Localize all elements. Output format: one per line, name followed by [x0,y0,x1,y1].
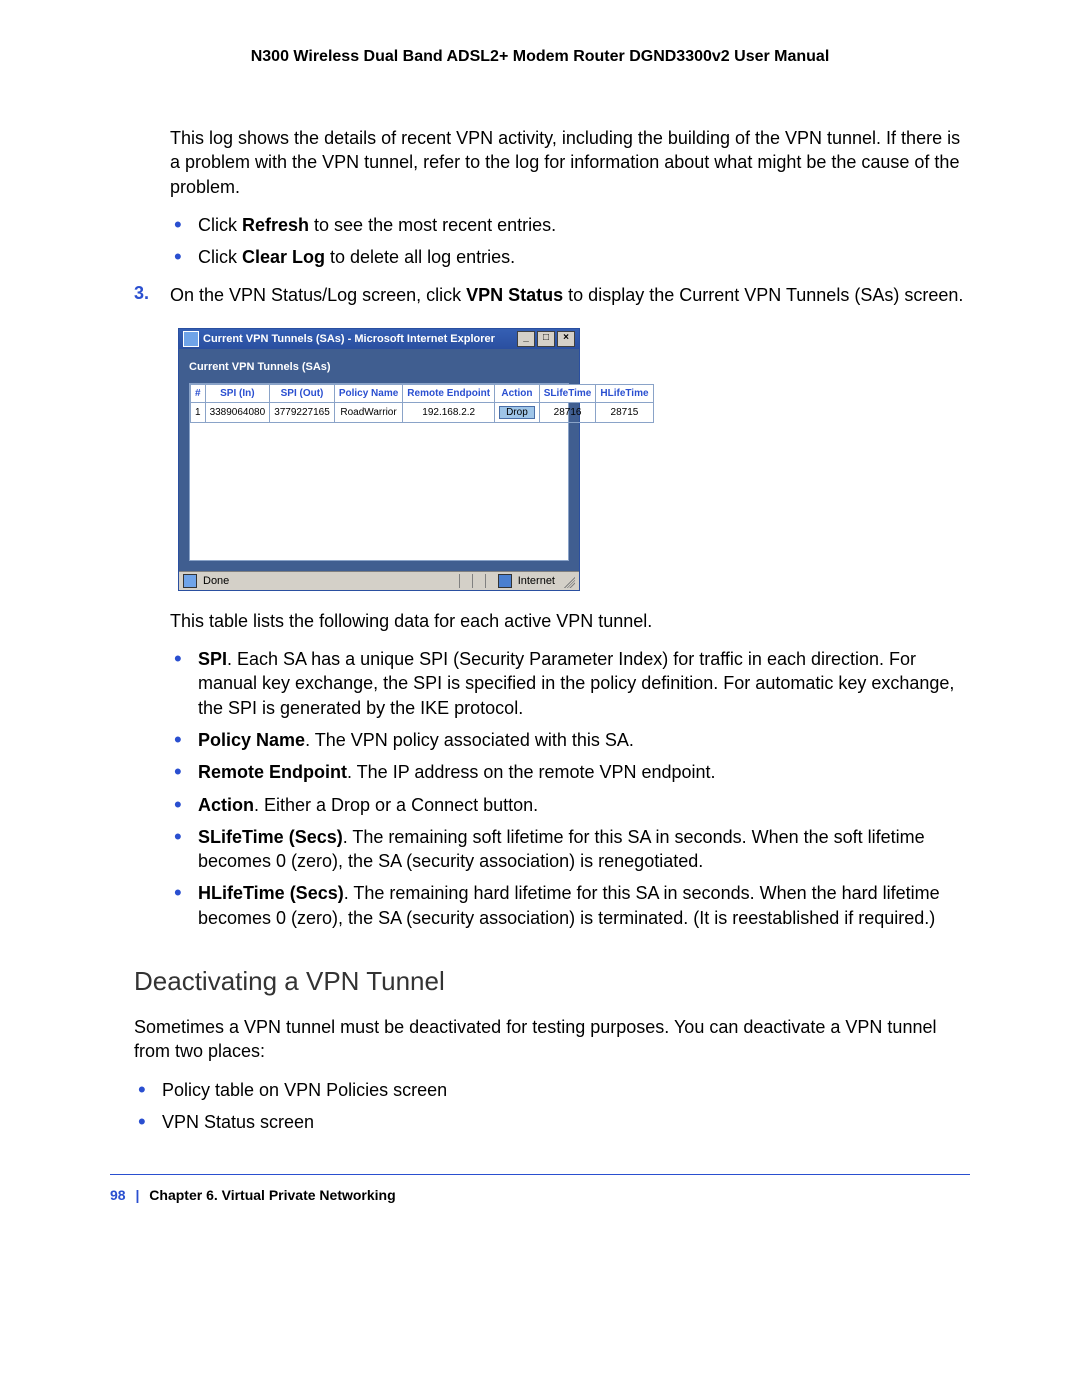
text: to display the Current VPN Tunnels (SAs)… [563,285,963,305]
text: Click [198,247,242,267]
list-item: VPN Status screen [134,1110,970,1134]
col-remote: Remote Endpoint [403,384,495,402]
text: On the VPN Status/Log screen, click [170,285,466,305]
page-number: 98 [110,1187,126,1203]
panel-heading: Current VPN Tunnels (SAs) [189,361,569,373]
page-footer: 98 | Chapter 6. Virtual Private Networki… [110,1187,970,1203]
manual-title: N300 Wireless Dual Band ADSL2+ Modem Rou… [110,48,970,66]
definition: . The IP address on the remote VPN endpo… [347,762,716,782]
text: to see the most recent entries. [309,215,556,235]
cell-action: Drop [495,402,540,422]
maximize-button[interactable]: □ [537,331,555,347]
list-item: Click Refresh to see the most recent ent… [170,213,970,237]
term: SPI [198,649,227,669]
definition: . Each SA has a unique SPI (Security Par… [198,649,954,718]
table-header-row: # SPI (In) SPI (Out) Policy Name Remote … [191,384,654,402]
list-item: Remote Endpoint. The IP address on the r… [170,760,970,784]
vpn-status-label: VPN Status [466,285,563,305]
col-slifetime: SLifeTime [539,384,596,402]
cell-remote: 192.168.2.2 [403,402,495,422]
status-bar: Done Internet [179,571,579,590]
main-content: This log shows the details of recent VPN… [170,126,970,1134]
window-title: Current VPN Tunnels (SAs) - Microsoft In… [203,333,517,345]
internet-zone-icon [498,574,512,588]
drop-button[interactable]: Drop [499,406,535,419]
list-item: Action. Either a Drop or a Connect butto… [170,793,970,817]
col-spi-out: SPI (Out) [270,384,335,402]
table-container: # SPI (In) SPI (Out) Policy Name Remote … [189,383,569,561]
section-heading: Deactivating a VPN Tunnel [134,966,970,997]
list-item: SLifeTime (Secs). The remaining soft lif… [170,825,970,874]
vpn-tunnels-table: # SPI (In) SPI (Out) Policy Name Remote … [190,384,654,423]
term: Remote Endpoint [198,762,347,782]
list-item: Click Clear Log to delete all log entrie… [170,245,970,269]
zone-text: Internet [518,575,555,587]
cell-spi-in: 3389064080 [205,402,270,422]
chapter-label: Chapter 6. Virtual Private Networking [149,1187,395,1203]
term: Policy Name [198,730,305,750]
col-spi-in: SPI (In) [205,384,270,402]
close-button[interactable]: × [557,331,575,347]
clear-log-label: Clear Log [242,247,325,267]
window-titlebar: Current VPN Tunnels (SAs) - Microsoft In… [179,329,579,349]
definition: . The VPN policy associated with this SA… [305,730,634,750]
table-row: 1 3389064080 3779227165 RoadWarrior 192.… [191,402,654,422]
definitions-list: SPI. Each SA has a unique SPI (Security … [170,647,970,930]
term: SLifeTime (Secs) [198,827,343,847]
minimize-button[interactable]: _ [517,331,535,347]
term: HLifeTime (Secs) [198,883,344,903]
window-controls: _ □ × [517,331,575,347]
footer-sep: | [135,1187,139,1203]
window-body: Current VPN Tunnels (SAs) # SPI (In) SPI… [179,349,579,571]
list-item: Policy Name. The VPN policy associated w… [170,728,970,752]
list-item: SPI. Each SA has a unique SPI (Security … [170,647,970,720]
resize-grip-icon [561,574,575,588]
places-list: Policy table on VPN Policies screen VPN … [134,1078,970,1135]
footer-divider [110,1174,970,1175]
step-3: 3. On the VPN Status/Log screen, click V… [134,283,970,321]
text: to delete all log entries. [325,247,515,267]
text: Click [198,215,242,235]
col-action: Action [495,384,540,402]
ie-app-icon [183,331,199,347]
browser-window: Current VPN Tunnels (SAs) - Microsoft In… [178,328,580,591]
status-text: Done [203,575,229,587]
list-item: Policy table on VPN Policies screen [134,1078,970,1102]
document-page: N300 Wireless Dual Band ADSL2+ Modem Rou… [0,0,1080,1243]
done-icon [183,574,197,588]
refresh-label: Refresh [242,215,309,235]
col-hlifetime: HLifeTime [596,384,653,402]
term: Action [198,795,254,815]
cell-policy: RoadWarrior [334,402,402,422]
cell-spi-out: 3779227165 [270,402,335,422]
log-actions-list: Click Refresh to see the most recent ent… [170,213,970,270]
step-number: 3. [134,283,170,304]
intro-paragraph: This log shows the details of recent VPN… [170,126,970,199]
cell-slifetime: 28716 [539,402,596,422]
col-num: # [191,384,206,402]
list-item: HLifeTime (Secs). The remaining hard lif… [170,881,970,930]
section-paragraph: Sometimes a VPN tunnel must be deactivat… [134,1015,970,1064]
after-table-paragraph: This table lists the following data for … [170,609,970,633]
col-policy: Policy Name [334,384,402,402]
cell-num: 1 [191,402,206,422]
definition: . Either a Drop or a Connect button. [254,795,538,815]
cell-hlifetime: 28715 [596,402,653,422]
step-text: On the VPN Status/Log screen, click VPN … [170,283,970,307]
